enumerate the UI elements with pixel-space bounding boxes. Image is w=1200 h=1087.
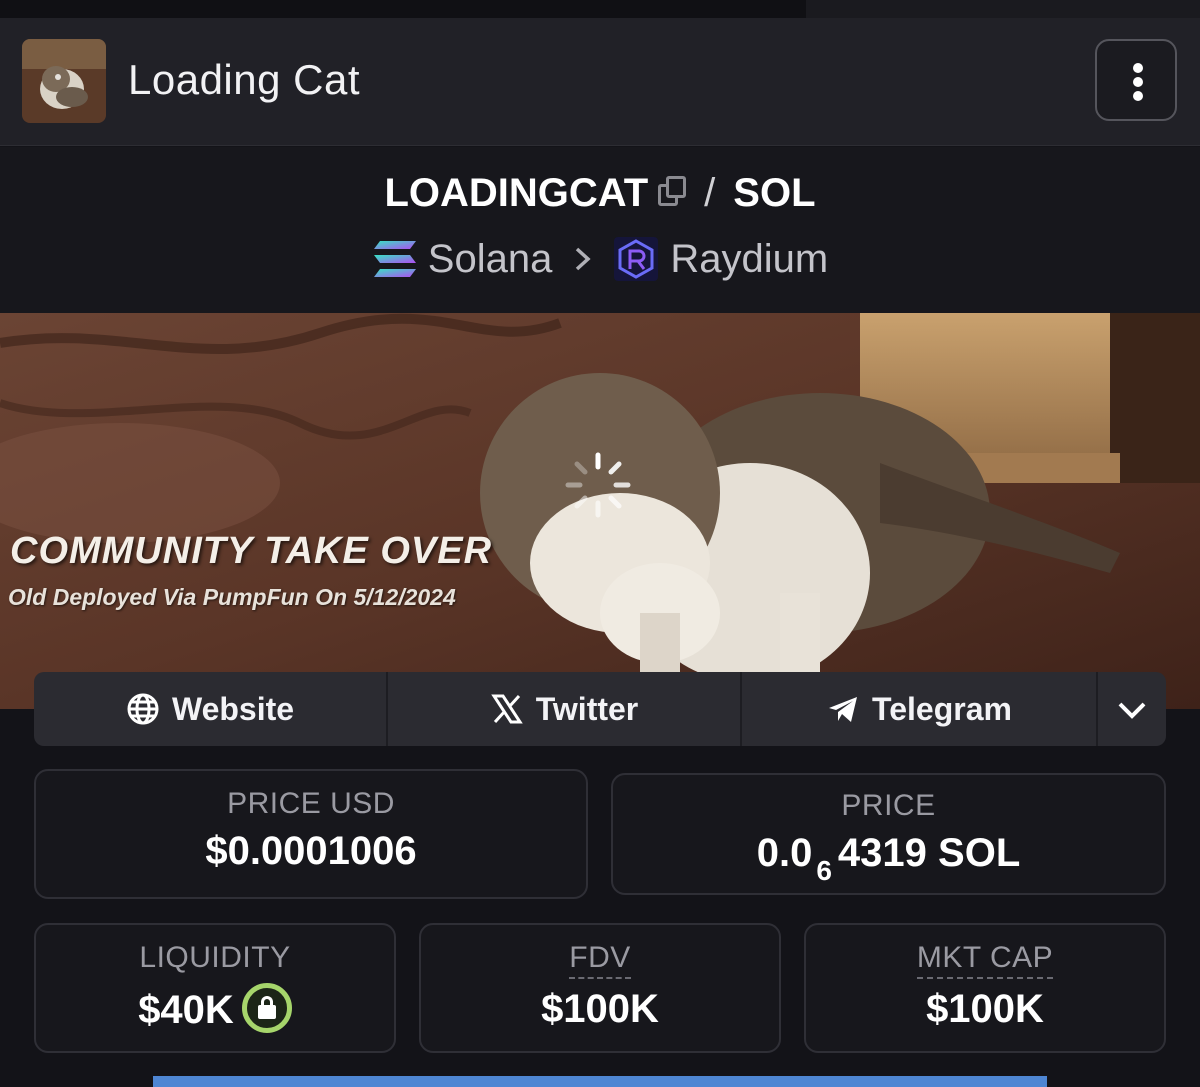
price-digits: 4319 [837, 831, 927, 875]
pair-info: LOADINGCAT / SOL Solana Raydium [0, 147, 1200, 313]
price-unit: SOL [938, 831, 1021, 875]
website-button[interactable]: Website [34, 672, 388, 746]
chain-dex-breadcrumb: Solana Raydium [0, 235, 1200, 282]
globe-icon [126, 692, 160, 726]
twitter-label: Twitter [535, 690, 639, 727]
price-native-card: PRICE 0.0 6 4319 SOL [611, 773, 1166, 895]
chain-link[interactable]: Solana [428, 237, 553, 281]
kebab-menu-icon [1133, 63, 1143, 105]
dex-link[interactable]: Raydium [670, 237, 828, 281]
copy-icon[interactable] [658, 176, 687, 208]
telegram-label: Telegram [872, 690, 1012, 727]
telegram-button[interactable]: Telegram [742, 672, 1098, 746]
price-native-value: 0.0 6 4319 SOL [613, 831, 1164, 887]
social-links-bar: Website Twitter Telegram [34, 672, 1166, 746]
price-usd-card: PRICE USD $0.0001006 [34, 769, 588, 899]
status-strip-right [806, 0, 1200, 18]
liquidity-value-row: $40K [36, 983, 394, 1033]
x-logo-icon [490, 692, 524, 726]
fdv-label[interactable]: FDV [569, 941, 631, 979]
raydium-icon [614, 237, 659, 282]
market-cap-card: MKT CAP $100K [804, 923, 1166, 1053]
token-banner: COMMUNITY TAKE OVER Old Deployed Via Pum… [0, 313, 1200, 709]
banner-headline: COMMUNITY TAKE OVER [10, 530, 493, 572]
pair-title: LOADINGCAT / SOL [0, 171, 1200, 216]
chevron-right-icon [574, 237, 592, 282]
price-native-label: PRICE [841, 789, 936, 822]
quote-token-symbol: SOL [733, 171, 816, 215]
banner-cat-image [0, 313, 1200, 709]
app-title: Loading Cat [128, 56, 361, 103]
base-token-symbol: LOADINGCAT [384, 171, 649, 215]
price-prefix: 0.0 [756, 831, 813, 875]
market-cap-value: $100K [926, 987, 1044, 1031]
more-menu-button[interactable] [1095, 39, 1177, 121]
fdv-card: FDV $100K [419, 923, 781, 1053]
liquidity-card: LIQUIDITY $40K [34, 923, 396, 1053]
twitter-button[interactable]: Twitter [388, 672, 742, 746]
price-usd-value: $0.0001006 [205, 829, 417, 873]
bottom-action-bar[interactable] [153, 1076, 1047, 1087]
status-strip [0, 0, 1200, 18]
liquidity-value: $40K [138, 988, 234, 1032]
token-avatar [22, 39, 106, 123]
pair-separator: / [704, 171, 716, 215]
fdv-value: $100K [541, 987, 659, 1031]
solana-icon [372, 239, 418, 279]
telegram-icon [826, 692, 860, 726]
price-usd-label: PRICE USD [227, 787, 395, 820]
liquidity-label: LIQUIDITY [139, 941, 291, 974]
price-zero-count: 6 [816, 855, 832, 886]
lock-icon[interactable] [241, 983, 292, 1033]
more-links-dropdown[interactable] [1098, 672, 1166, 746]
chevron-down-icon [1117, 691, 1147, 728]
token-header: Loading Cat [0, 18, 1200, 146]
website-label: Website [171, 690, 295, 727]
status-strip-left [0, 0, 806, 18]
market-cap-label[interactable]: MKT CAP [916, 941, 1054, 979]
banner-subline: Old Deployed Via PumpFun On 5/12/2024 [8, 584, 456, 610]
